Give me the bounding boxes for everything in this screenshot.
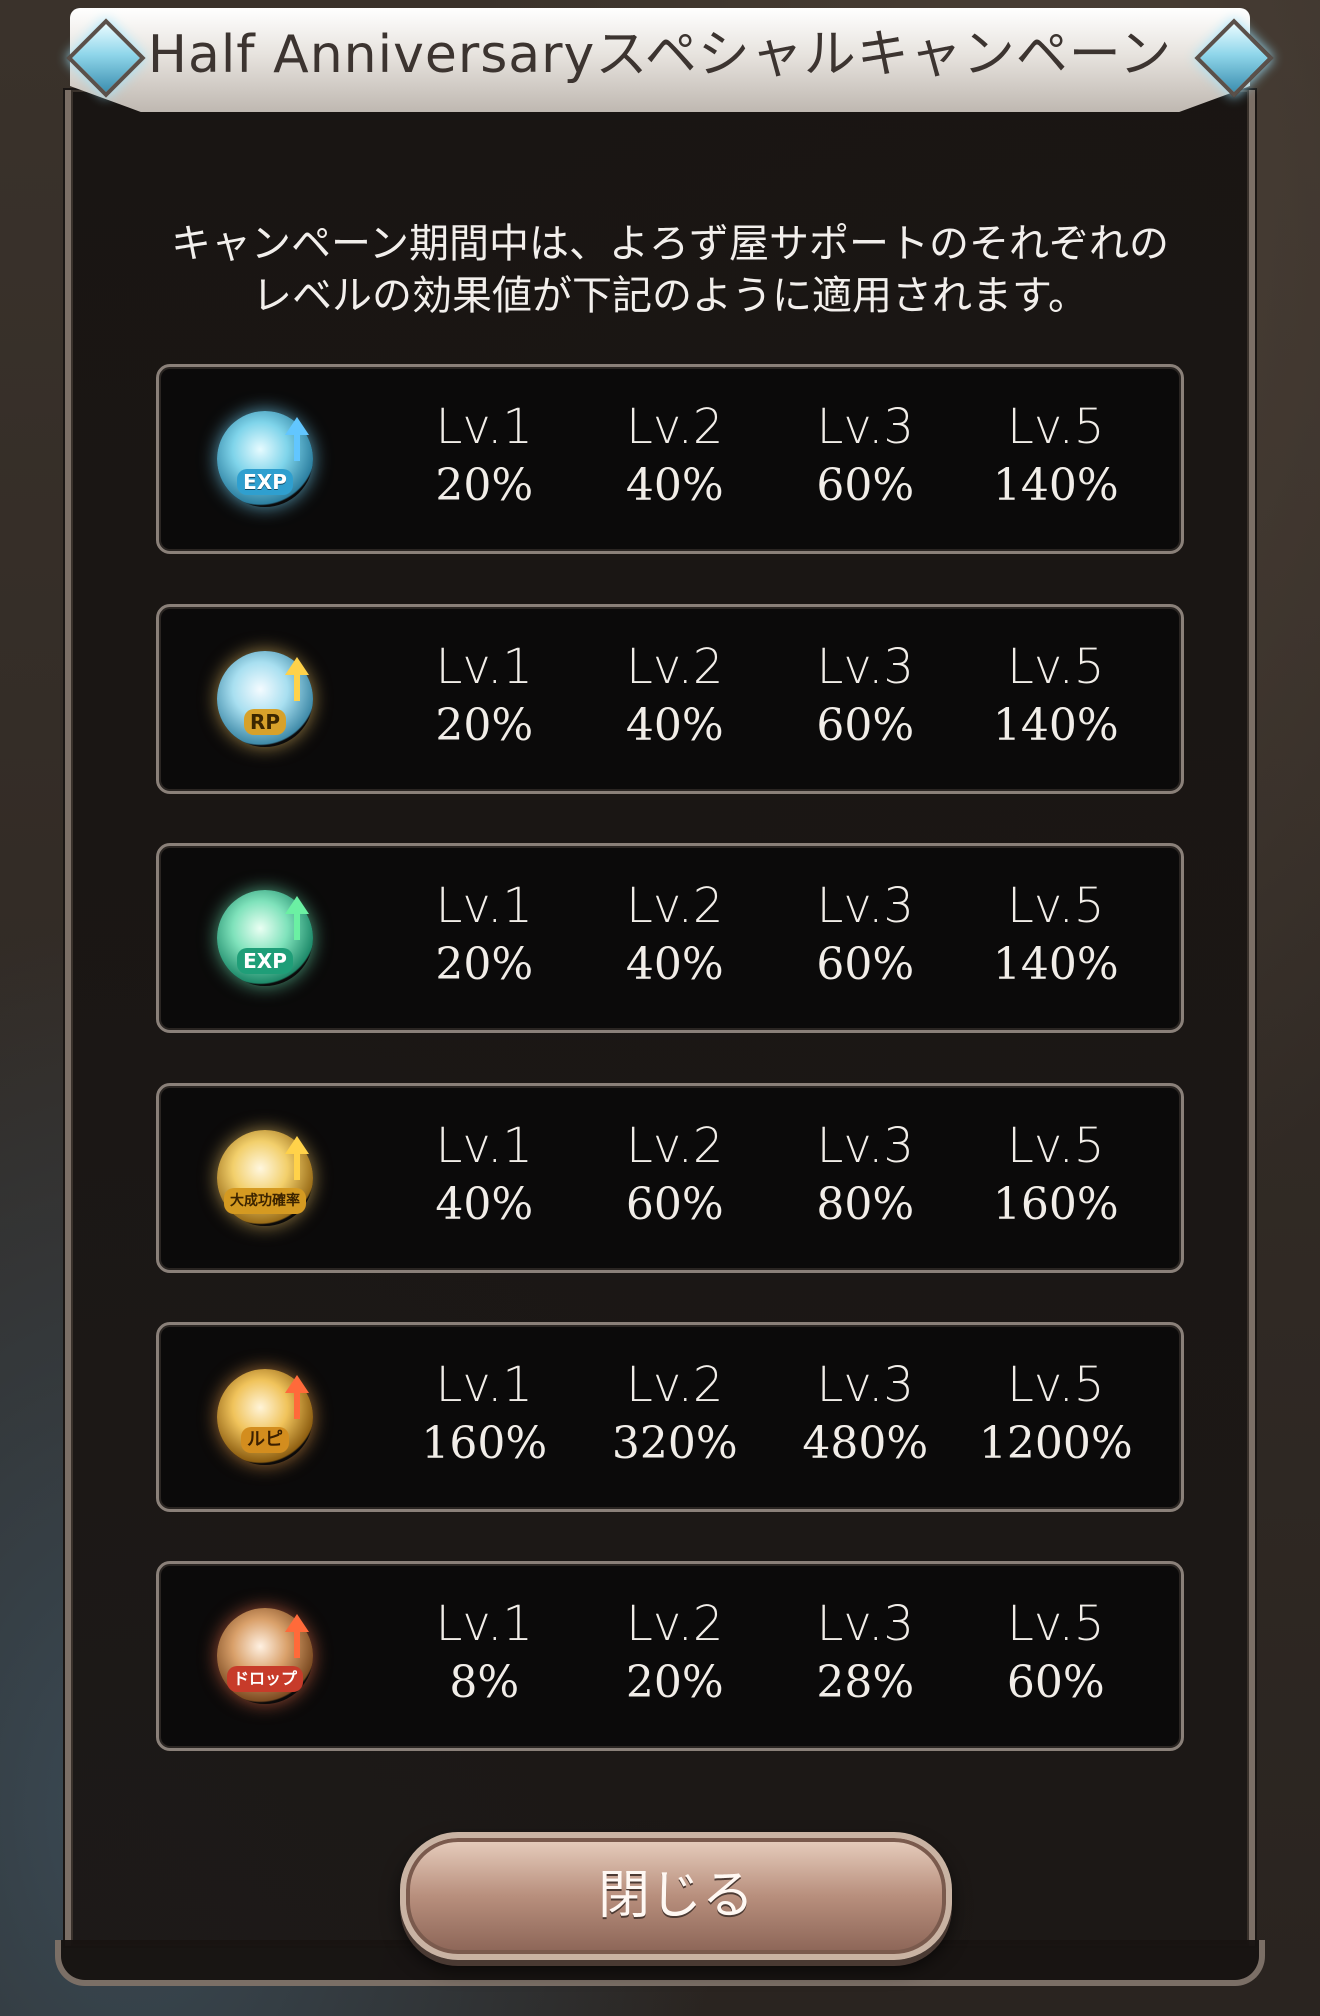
level-cell: Lv.5 60% [1006, 1596, 1105, 1708]
effect-row-craft-exp: EXP Lv.1 20% Lv.2 40% Lv.3 60% Lv.5 140% [156, 843, 1184, 1033]
level-cell: Lv.1 40% [435, 1118, 534, 1230]
level-cell: Lv.1 20% [435, 878, 534, 990]
level-cell: Lv.5 140% [992, 399, 1119, 511]
level-cell: Lv.5 140% [992, 878, 1119, 990]
rp-up-icon: RP [217, 651, 313, 747]
description-line: レベルの効果値が下記のように適用されます。 [252, 273, 1088, 319]
level-cell: Lv.2 40% [625, 878, 724, 990]
effect-row-drop: ドロップ Lv.1 8% Lv.2 20% Lv.3 28% Lv.5 60% [156, 1561, 1184, 1751]
modal-title: Half Anniversaryスペシャルキャンペーン [147, 25, 1173, 85]
level-cell: Lv.3 28% [816, 1596, 915, 1708]
level-cell: Lv.5 1200% [978, 1357, 1133, 1469]
craft-exp-up-icon: EXP [217, 890, 313, 986]
effect-row-rp: RP Lv.1 20% Lv.2 40% Lv.3 60% Lv.5 140% [156, 604, 1184, 794]
effect-row-exp: EXP Lv.1 20% Lv.2 40% Lv.3 60% Lv.5 140% [156, 364, 1184, 554]
level-cell: Lv.2 320% [611, 1357, 738, 1469]
effect-row-great-success: 大成功確率 Lv.1 40% Lv.2 60% Lv.3 80% Lv.5 160% [156, 1083, 1184, 1273]
level-cell: Lv.3 80% [816, 1118, 915, 1230]
level-cell: Lv.3 60% [816, 878, 915, 990]
drop-up-icon: ドロップ [217, 1608, 313, 1704]
campaign-description: キャンペーン期間中は、よろず屋サポートのそれぞれの レベルの効果値が下記のように… [70, 218, 1270, 322]
description-line: キャンペーン期間中は、よろず屋サポートのそれぞれの [171, 221, 1169, 267]
close-button[interactable]: 閉じる [400, 1832, 952, 1960]
level-cell: Lv.3 60% [816, 399, 915, 511]
level-cell: Lv.1 20% [435, 639, 534, 751]
level-cell: Lv.3 60% [816, 639, 915, 751]
level-cell: Lv.1 160% [421, 1357, 548, 1469]
level-cell: Lv.5 160% [992, 1118, 1119, 1230]
level-cell: Lv.5 140% [992, 639, 1119, 751]
exp-up-icon: EXP [217, 411, 313, 507]
level-cell: Lv.3 480% [802, 1357, 929, 1469]
campaign-modal: Half Anniversaryスペシャルキャンペーン キャンペーン期間中は、よ… [10, 0, 1310, 2016]
level-cell: Lv.2 40% [625, 399, 724, 511]
rupie-up-icon: ルピ [217, 1369, 313, 1465]
level-cell: Lv.1 8% [435, 1596, 533, 1708]
level-cell: Lv.1 20% [435, 399, 534, 511]
effect-row-rupie: ルピ Lv.1 160% Lv.2 320% Lv.3 480% Lv.5 1200% [156, 1322, 1184, 1512]
level-cell: Lv.2 60% [625, 1118, 724, 1230]
level-cell: Lv.2 40% [625, 639, 724, 751]
great-success-rate-up-icon: 大成功確率 [217, 1130, 313, 1226]
level-cell: Lv.2 20% [625, 1596, 724, 1708]
